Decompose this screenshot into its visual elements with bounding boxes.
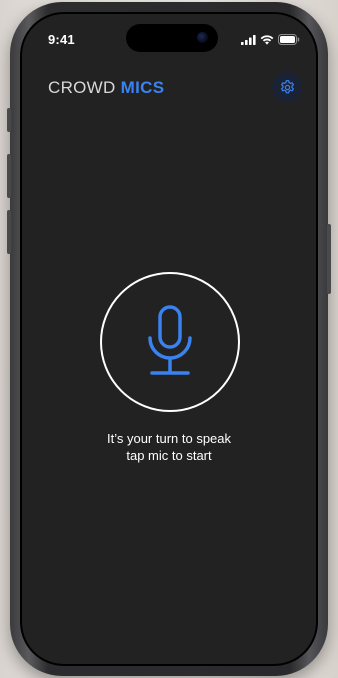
volume-down-button (7, 210, 11, 254)
brand-crowd: CROWD (48, 78, 116, 97)
cellular-signal-icon (241, 34, 256, 45)
gear-icon (280, 79, 294, 93)
wifi-icon (260, 34, 274, 45)
volume-up-button (7, 154, 11, 198)
status-time: 9:41 (48, 32, 75, 47)
prompt-line-2: tap mic to start (126, 448, 212, 463)
settings-button[interactable] (272, 72, 302, 102)
mic-button[interactable] (100, 272, 240, 412)
front-camera (197, 32, 208, 43)
speak-prompt: It’s your turn to speak tap mic to start (22, 430, 316, 464)
action-button (7, 108, 11, 132)
dynamic-island (126, 24, 218, 52)
status-icons (241, 34, 300, 45)
prompt-line-1: It’s your turn to speak (106, 431, 232, 446)
battery-icon (278, 34, 300, 45)
microphone-icon (148, 305, 192, 375)
power-button (327, 224, 331, 294)
app-screen: 9:41 CROWD MICS It’s your turn to speak … (20, 12, 318, 666)
phone-frame: 9:41 CROWD MICS It’s your turn to speak … (7, 2, 331, 676)
app-logo: CROWD MICS (48, 78, 164, 98)
brand-mics: MICS (120, 78, 165, 97)
